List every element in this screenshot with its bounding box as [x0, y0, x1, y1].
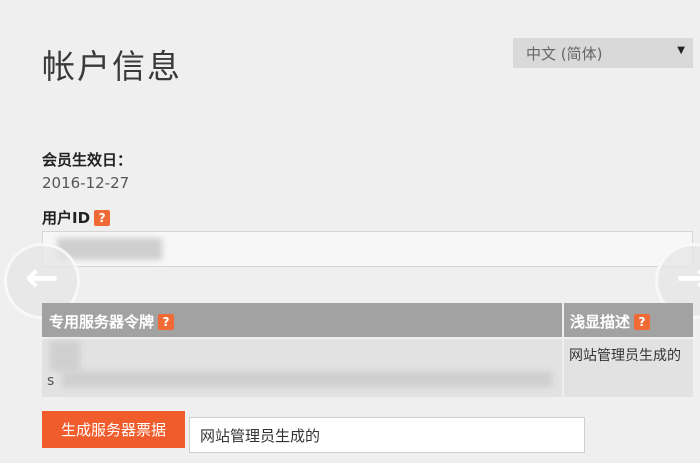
help-icon[interactable]: ? [94, 210, 111, 226]
column-header-description: 浅显描述? [564, 303, 693, 337]
redacted-token [50, 341, 80, 371]
table-row-token: s [42, 339, 562, 397]
token-table: 专用服务器令牌? 浅显描述? s 网站管理员生成的 [42, 303, 693, 397]
token-fragment: s [47, 373, 55, 389]
language-select-value: 中文 (简体) [526, 45, 603, 63]
page-title: 帐户信息 [42, 47, 182, 86]
column-header-token: 专用服务器令牌? [42, 303, 562, 337]
user-id-label: 用户ID [42, 209, 91, 227]
user-id-field[interactable] [42, 231, 693, 267]
membership-date: 2016-12-27 [42, 174, 130, 192]
arrow-left-icon: ← [25, 255, 59, 301]
generate-server-ticket-button[interactable]: 生成服务器票据 [42, 411, 185, 448]
table-row-description: 网站管理员生成的 [564, 339, 693, 397]
redacted-token [62, 371, 552, 387]
redacted-user-id [57, 238, 162, 260]
help-icon[interactable]: ? [634, 314, 651, 330]
chevron-down-icon: ▼ [677, 45, 685, 56]
help-icon[interactable]: ? [158, 314, 175, 330]
arrow-right-icon: → [676, 255, 700, 301]
description-input[interactable] [189, 417, 585, 453]
membership-label: 会员生效日： [42, 151, 133, 169]
language-select[interactable]: 中文 (简体) ▼ [513, 38, 693, 68]
user-id-label-row: 用户ID? [42, 207, 111, 228]
